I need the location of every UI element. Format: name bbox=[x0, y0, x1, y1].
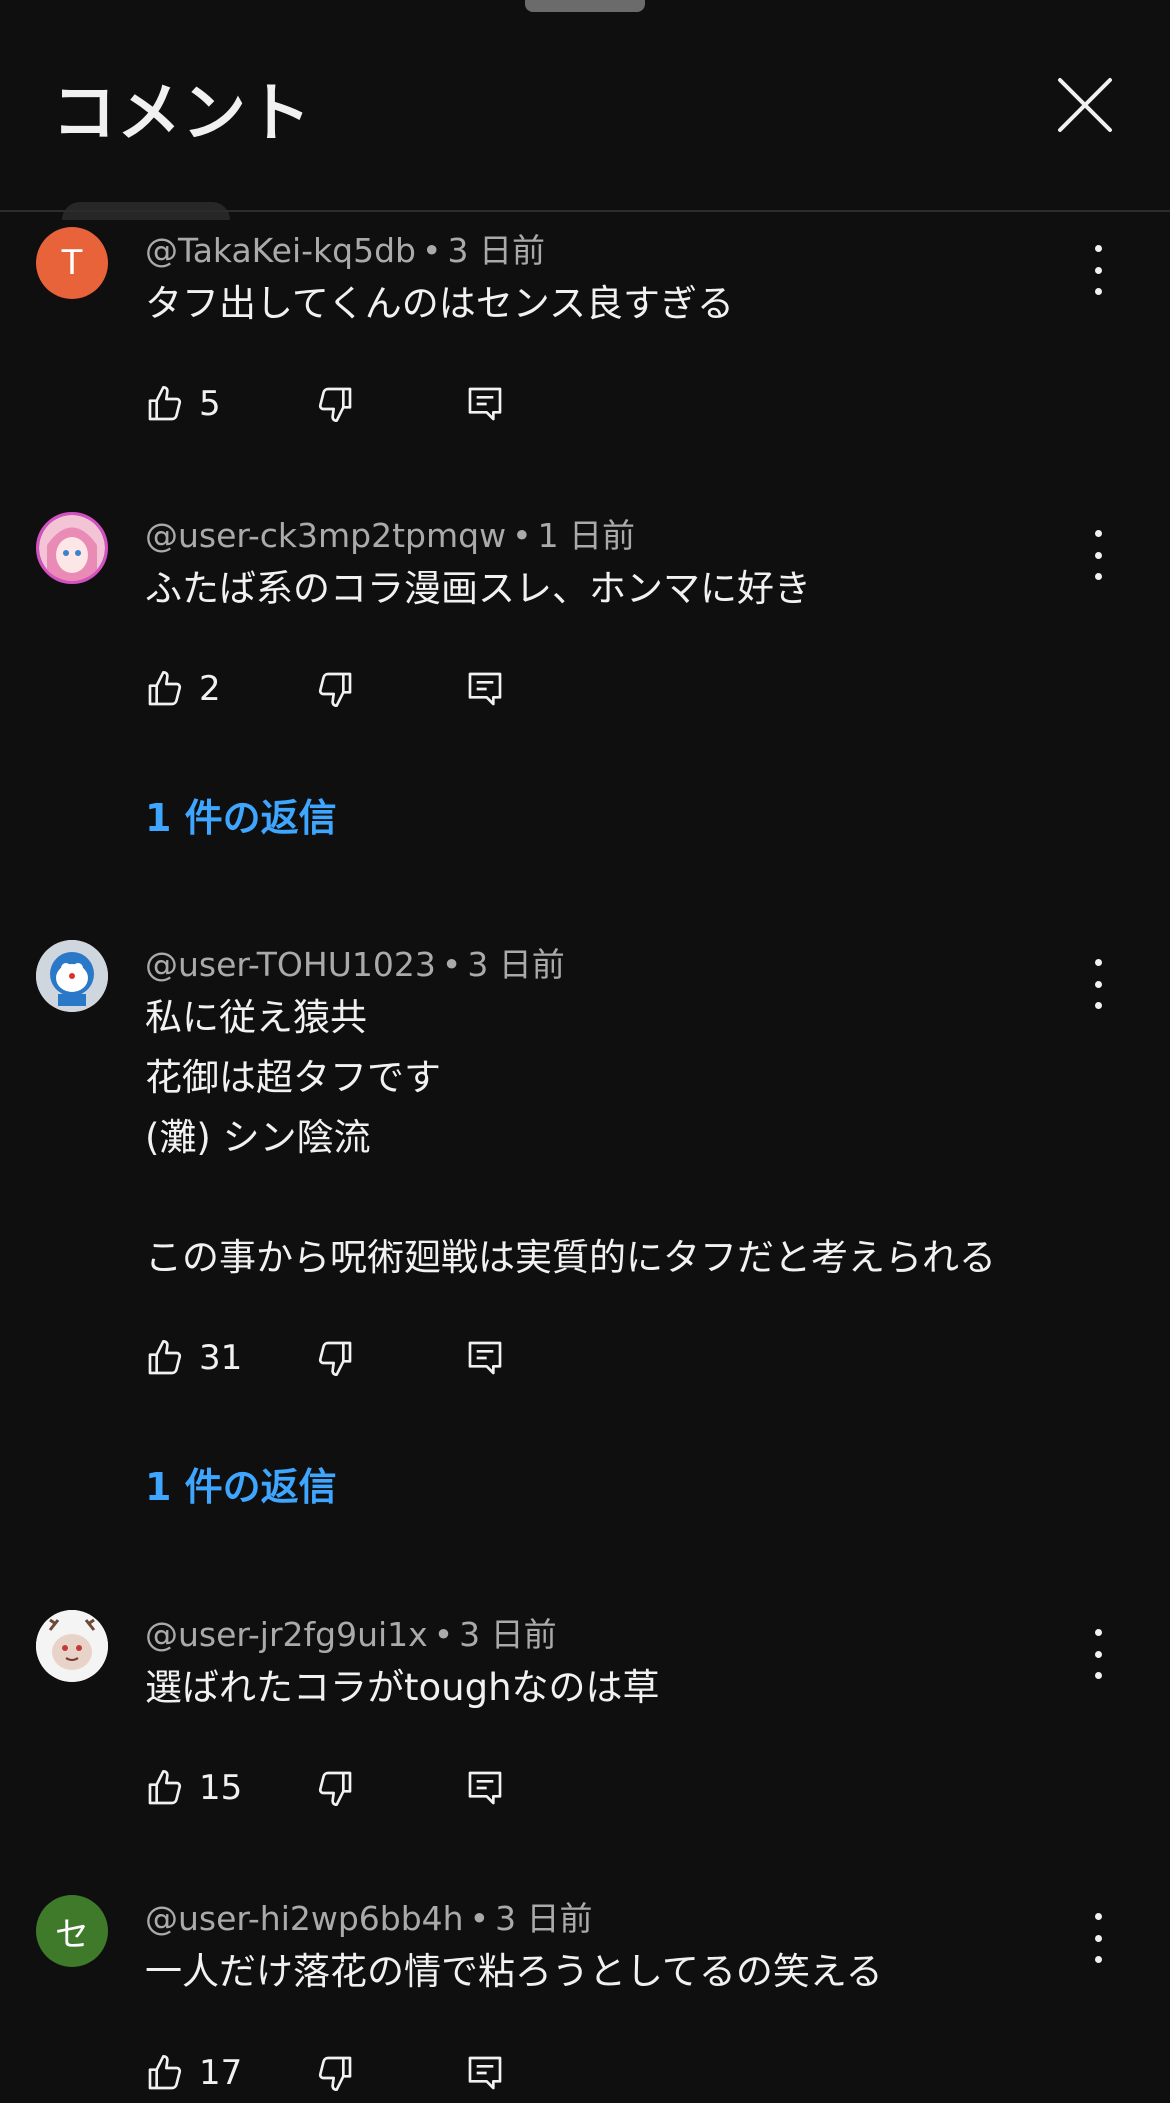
comment-item: @user-ck3mp2tpmqw • 1 日前 ふたば系のコラ漫画スレ、ホンマに好… bbox=[0, 497, 1170, 897]
thumbs-up-icon bbox=[148, 1770, 182, 1805]
meta-separator: • bbox=[441, 945, 462, 984]
thumbs-down-icon bbox=[318, 1771, 352, 1806]
like-button[interactable]: 2 bbox=[145, 659, 221, 719]
reply-comment-icon bbox=[468, 672, 502, 706]
author-name[interactable]: @TakaKei-kq5db bbox=[145, 231, 416, 270]
comment-text: 私に従え猿共 花御は超タフです (灘) シン陰流 この事から呪術廻戦は実質的にタ… bbox=[145, 996, 996, 1279]
like-count: 31 bbox=[199, 1338, 243, 1378]
comment-actions: 5 bbox=[145, 374, 1045, 434]
reply-button[interactable] bbox=[465, 2043, 505, 2103]
avatar-letter: T bbox=[61, 243, 83, 283]
more-options-button[interactable] bbox=[1080, 1913, 1116, 1963]
meta-separator: • bbox=[433, 1615, 454, 1654]
comment-item: @user-jr2fg9ui1x • 3 日前 選ばれたコラがtoughなのは草 1… bbox=[0, 1596, 1170, 1876]
thumbs-down-icon bbox=[318, 387, 352, 422]
comment-age: 3 日前 bbox=[459, 1615, 557, 1654]
view-replies-link[interactable]: 1 件の返信 bbox=[145, 1456, 337, 1511]
meta-separator: • bbox=[422, 231, 442, 270]
anime-avatar-image bbox=[39, 515, 105, 581]
view-replies-link[interactable]: 1 件の返信 bbox=[145, 787, 337, 842]
author-name[interactable]: @user-jr2fg9ui1x bbox=[145, 1615, 428, 1654]
like-button[interactable]: 5 bbox=[145, 374, 221, 434]
thumbs-up-icon bbox=[148, 386, 182, 421]
more-options-button[interactable] bbox=[1080, 530, 1116, 580]
reply-button[interactable] bbox=[465, 659, 505, 719]
reply-button[interactable] bbox=[465, 374, 505, 434]
comments-header: コメント bbox=[0, 0, 1170, 210]
avatar[interactable]: セ bbox=[36, 1895, 108, 1967]
like-button[interactable]: 15 bbox=[145, 1758, 242, 1818]
dislike-button[interactable] bbox=[315, 659, 355, 719]
dislike-button[interactable] bbox=[315, 2043, 355, 2103]
mascot-avatar-image bbox=[36, 1610, 108, 1682]
like-count: 15 bbox=[199, 1768, 243, 1808]
thumbs-up-icon bbox=[148, 1340, 182, 1375]
comments-sheet: コメント T @TakaKei-kq5db • 3 日前 タフ出してくんのはセンス良… bbox=[0, 0, 1170, 2103]
comment-meta: @user-hi2wp6bb4h • 3 日前 bbox=[145, 1892, 593, 1940]
thumbs-up-icon bbox=[148, 671, 182, 706]
comment-meta: @TakaKei-kq5db • 3 日前 bbox=[145, 224, 545, 272]
more-options-button[interactable] bbox=[1080, 1629, 1116, 1679]
comment-meta: @user-TOHU1023 • 3 日前 bbox=[145, 938, 565, 986]
comment-age: 3 日前 bbox=[467, 945, 565, 984]
like-count: 5 bbox=[199, 384, 221, 424]
comment-text: 一人だけ落花の情で粘ろうとしてるの笑える bbox=[145, 1950, 883, 1993]
avatar[interactable]: T bbox=[36, 227, 108, 299]
cartoon-avatar-image bbox=[36, 940, 108, 1012]
thumbs-up-icon bbox=[148, 2055, 182, 2090]
comment-text: ふたば系のコラ漫画スレ、ホンマに好き bbox=[145, 567, 811, 610]
comment-item: @user-TOHU1023 • 3 日前 私に従え猿共 花御は超タフです (灘) … bbox=[0, 926, 1170, 1566]
comment-item: T @TakaKei-kq5db • 3 日前 タフ出してくんのはセンス良すぎる 5 bbox=[0, 212, 1170, 512]
reply-comment-icon bbox=[468, 387, 502, 421]
thumbs-down-icon bbox=[318, 672, 352, 707]
like-count: 2 bbox=[199, 669, 221, 709]
like-count: 17 bbox=[199, 2053, 243, 2093]
avatar[interactable] bbox=[36, 512, 108, 584]
like-button[interactable]: 17 bbox=[145, 2043, 242, 2103]
reply-comment-icon bbox=[468, 1771, 502, 1805]
author-name[interactable]: @user-hi2wp6bb4h bbox=[145, 1899, 464, 1938]
comment-text: タフ出してくんのはセンス良すぎる bbox=[145, 282, 735, 325]
meta-separator: • bbox=[469, 1899, 490, 1938]
comment-actions: 31 bbox=[145, 1328, 1045, 1388]
comment-age: 3 日前 bbox=[447, 231, 545, 270]
avatar-letter: セ bbox=[55, 1914, 89, 1955]
comment-actions: 15 bbox=[145, 1758, 1045, 1818]
comment-meta: @user-jr2fg9ui1x • 3 日前 bbox=[145, 1608, 557, 1656]
comment-item: セ @user-hi2wp6bb4h • 3 日前 一人だけ落花の情で粘ろうとしてる… bbox=[0, 1880, 1170, 2103]
reply-comment-icon bbox=[468, 2056, 502, 2090]
dislike-button[interactable] bbox=[315, 1758, 355, 1818]
comment-age: 3 日前 bbox=[495, 1899, 593, 1938]
reply-button[interactable] bbox=[465, 1758, 505, 1818]
comment-meta: @user-ck3mp2tpmqw • 1 日前 bbox=[145, 509, 635, 557]
more-options-button[interactable] bbox=[1080, 245, 1116, 295]
sheet-title: コメント bbox=[52, 77, 312, 151]
thumbs-down-icon bbox=[318, 1341, 352, 1376]
comment-actions: 17 bbox=[145, 2043, 1045, 2103]
comment-actions: 2 bbox=[145, 659, 1045, 719]
author-name[interactable]: @user-TOHU1023 bbox=[145, 945, 436, 984]
reply-comment-icon bbox=[468, 1341, 502, 1375]
reply-button[interactable] bbox=[465, 1328, 505, 1388]
close-button[interactable] bbox=[1052, 72, 1118, 138]
thumbs-down-icon bbox=[318, 2056, 352, 2091]
close-icon bbox=[1058, 78, 1112, 132]
dislike-button[interactable] bbox=[315, 374, 355, 434]
dislike-button[interactable] bbox=[315, 1328, 355, 1388]
more-options-button[interactable] bbox=[1080, 959, 1116, 1009]
comment-age: 1 日前 bbox=[537, 516, 636, 555]
comment-text: 選ばれたコラがtoughなのは草 bbox=[145, 1666, 660, 1709]
meta-separator: • bbox=[512, 516, 532, 555]
avatar[interactable] bbox=[36, 940, 108, 1012]
author-name[interactable]: @user-ck3mp2tpmqw bbox=[145, 516, 506, 555]
avatar[interactable] bbox=[36, 1610, 108, 1682]
like-button[interactable]: 31 bbox=[145, 1328, 242, 1388]
